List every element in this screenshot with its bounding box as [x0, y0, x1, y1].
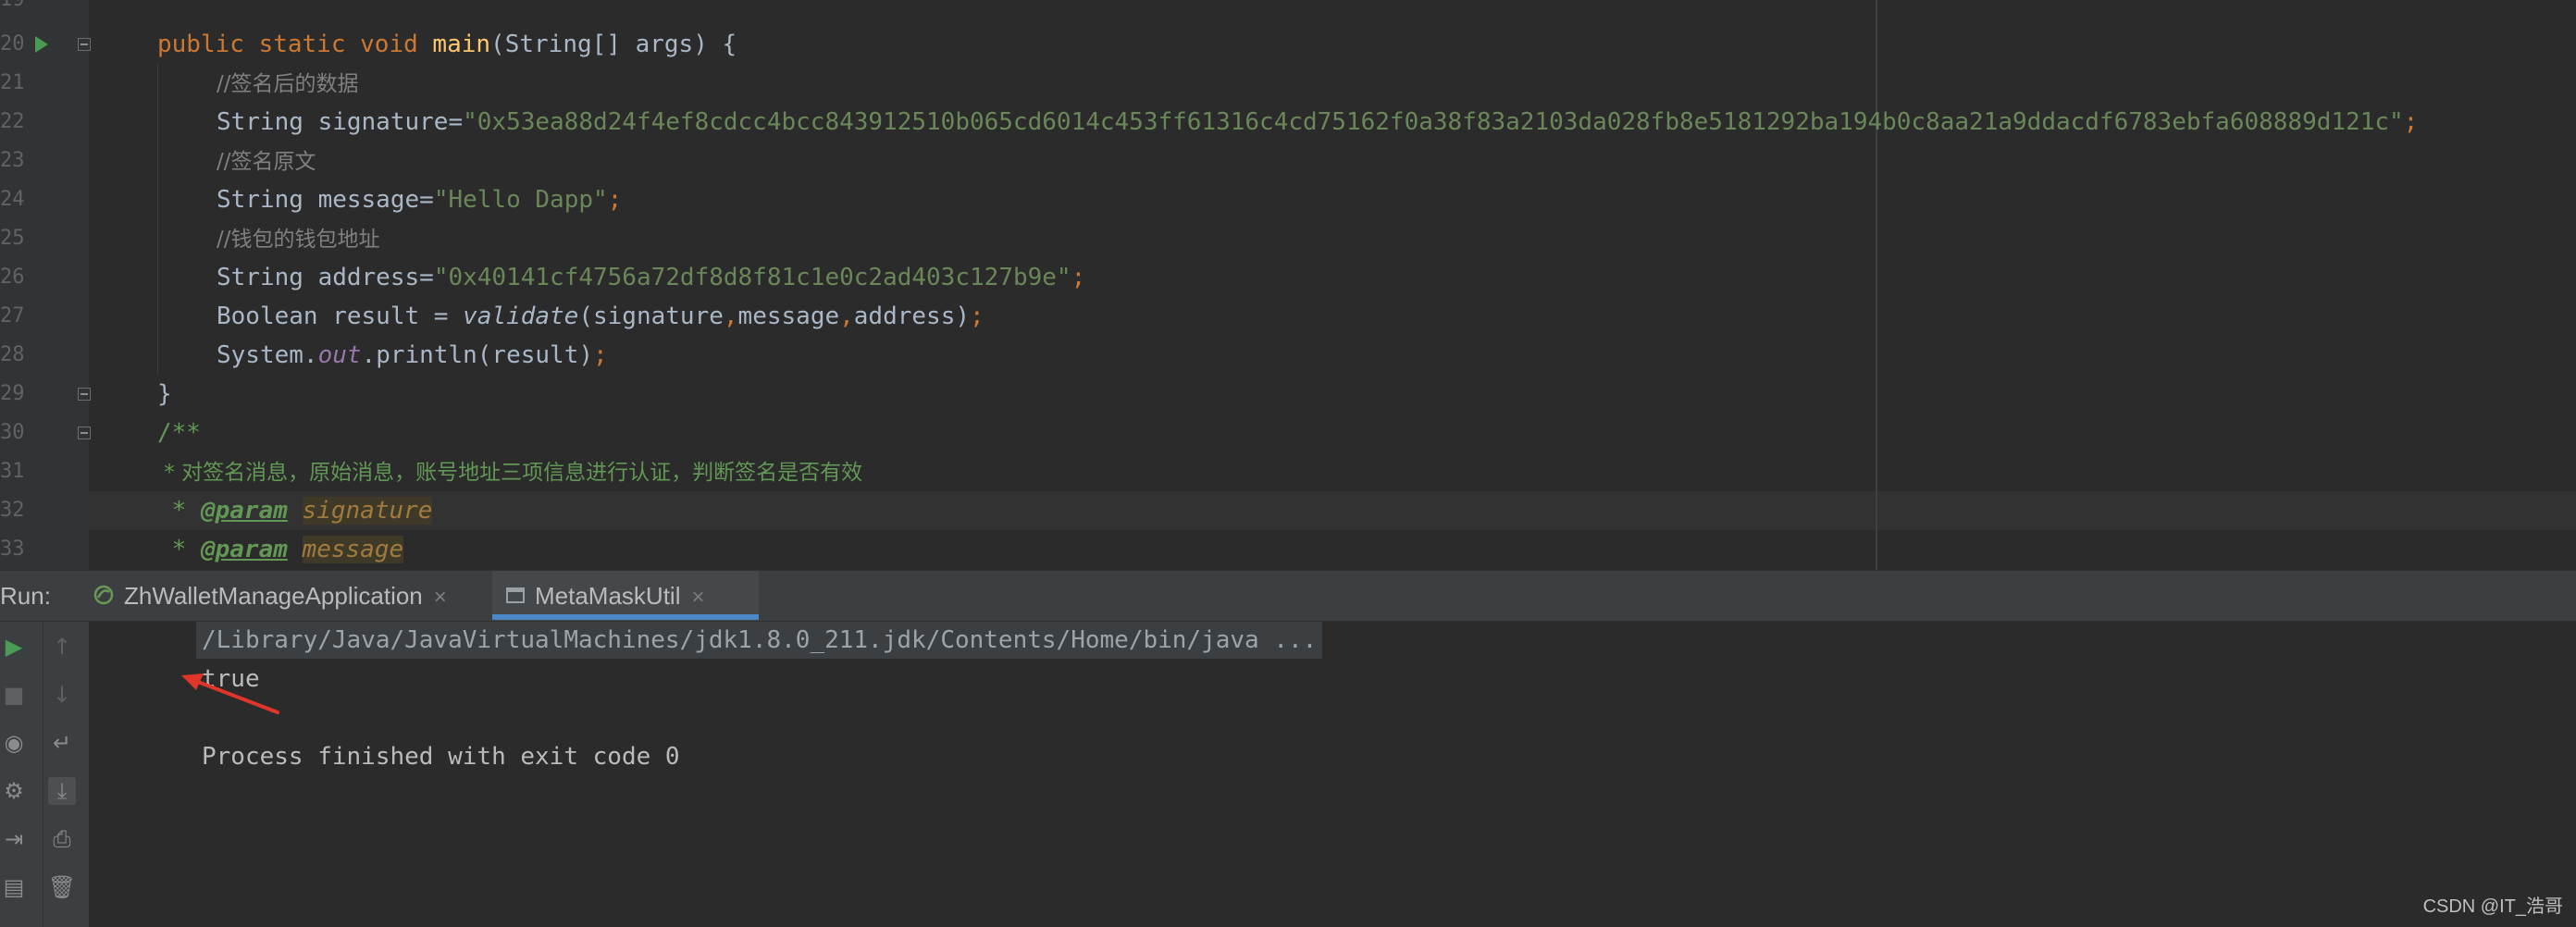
line-number: 20 [0, 32, 25, 56]
camera-icon[interactable]: ◉ [0, 729, 28, 757]
watermark: CSDN @IT_浩哥 [2422, 896, 2563, 917]
line-number: 19 [0, 0, 25, 19]
code-line-33: * @param message [157, 536, 404, 563]
active-tab-indicator [492, 614, 759, 620]
run-toolbar: ▶ ■ ◉ ⚙ ⇥ ▤ ↑ ↓ ↵ ⤓ ⎙ 🗑 [0, 622, 89, 927]
tab-label: MetaMaskUtil [535, 582, 681, 610]
trash-icon[interactable]: 🗑 [48, 873, 76, 901]
line-number: 23 [0, 149, 25, 172]
code-line-23: //签名原文 [217, 150, 316, 174]
rerun-icon[interactable]: ▶ [0, 633, 28, 661]
line-number: 26 [0, 266, 25, 289]
code-line-25: //钱包的钱包地址 [217, 228, 380, 252]
soft-wrap-icon[interactable]: ↵ [48, 729, 76, 757]
line-number: 29 [0, 382, 25, 405]
spring-boot-icon [93, 573, 115, 623]
code-line-24: String message="Hello Dapp"; [217, 186, 623, 214]
run-tool-window-header: Run: ZhWalletManageApplication × MetaMask… [0, 570, 2576, 622]
code-editor[interactable]: 19 20 21 22 23 24 25 26 27 28 29 30 31 3… [0, 0, 2576, 570]
line-number: 22 [0, 110, 25, 133]
arrow-down-icon[interactable]: ↓ [48, 681, 76, 709]
tab-zhwalletmanageapplication[interactable]: ZhWalletManageApplication × [81, 571, 458, 621]
code-line-21: //签名后的数据 [217, 72, 359, 96]
settings-icon[interactable]: ⚙ [0, 777, 28, 805]
layout-icon[interactable]: ▤ [0, 873, 28, 901]
console-command: /Library/Java/JavaVirtualMachines/jdk1.8… [196, 622, 1323, 659]
code-line-31: * 对签名消息，原始消息，账号地址三项信息进行认证，判断签名是否有效 [157, 461, 863, 485]
line-number: 25 [0, 227, 25, 250]
fold-marker-icon[interactable] [78, 388, 91, 401]
line-number: 30 [0, 421, 25, 444]
annotation-arrow-icon [181, 674, 279, 714]
code-line-30: /** [157, 419, 201, 447]
right-margin-guide [1876, 0, 1877, 570]
code-line-29: } [157, 380, 172, 408]
print-icon[interactable]: ⎙ [48, 825, 76, 853]
console-exit-message: Process finished with exit code 0 [202, 743, 680, 771]
tab-metamaskutil[interactable]: MetaMaskUtil × [492, 571, 759, 621]
arrow-up-icon[interactable]: ↑ [48, 633, 76, 661]
fold-marker-icon[interactable] [78, 38, 91, 51]
scroll-to-end-icon[interactable]: ⤓ [48, 777, 76, 805]
tab-close-icon[interactable]: × [691, 585, 704, 610]
code-line-22: String signature="0x53ea88d24f4ef8cdcc4b… [217, 108, 2419, 136]
code-line-26: String address="0x40141cf4756a72df8d8f81… [217, 264, 1086, 291]
code-line-32: * @param signature [157, 497, 433, 525]
tab-label: ZhWalletManageApplication [124, 582, 423, 610]
console-output[interactable]: /Library/Java/JavaVirtualMachines/jdk1.8… [89, 622, 2576, 927]
current-line-highlight [89, 491, 2576, 530]
line-number: 31 [0, 460, 25, 483]
line-number: 28 [0, 343, 25, 366]
indent-guide [157, 64, 158, 375]
code-line-27: Boolean result = validate(signature,mess… [217, 303, 985, 330]
line-number: 33 [0, 538, 25, 561]
code-line-20: public static void main(String[] args) { [157, 31, 737, 58]
run-main-icon[interactable] [35, 36, 48, 53]
line-number: 32 [0, 499, 25, 522]
line-number: 27 [0, 304, 25, 328]
run-label: Run: [0, 582, 51, 610]
fold-marker-icon[interactable] [78, 426, 91, 439]
line-number: 24 [0, 188, 25, 211]
line-number: 21 [0, 71, 25, 94]
code-line-28: System.out.println(result); [217, 341, 608, 369]
tab-close-icon[interactable]: × [434, 585, 447, 610]
exit-icon[interactable]: ⇥ [0, 825, 28, 853]
stop-icon[interactable]: ■ [0, 681, 28, 709]
